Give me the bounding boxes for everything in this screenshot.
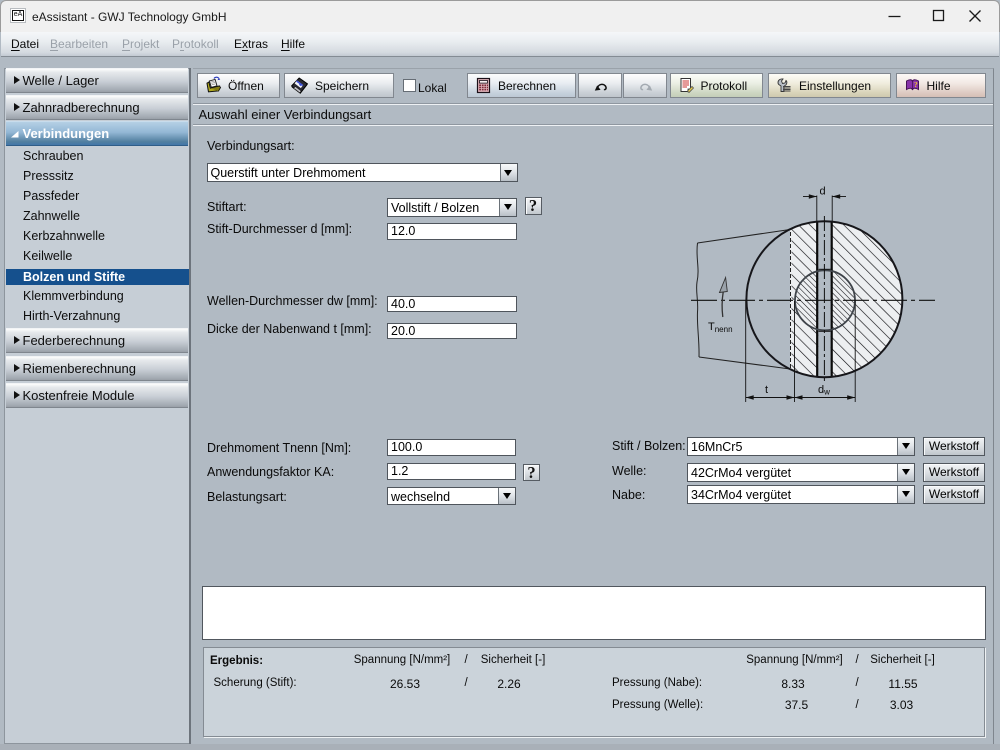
svg-text:Tnenn: Tnenn: [708, 321, 733, 334]
svg-text:?: ?: [914, 80, 918, 89]
svg-text:dw: dw: [818, 384, 830, 397]
svg-text:t: t: [765, 384, 768, 396]
svg-text:d: d: [820, 186, 826, 198]
